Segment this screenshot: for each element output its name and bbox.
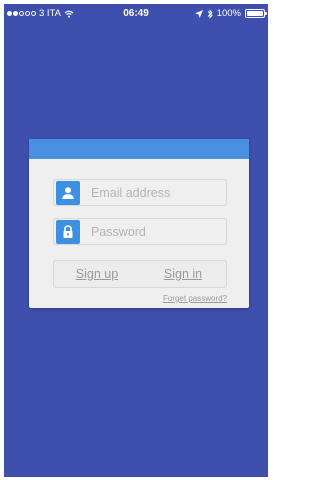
password-input[interactable]: [91, 224, 221, 239]
status-right: 100%: [194, 8, 267, 19]
forget-password-link[interactable]: Forget password?: [163, 294, 227, 303]
battery-icon: [245, 9, 267, 18]
status-bar: 3 ITA 06:49 100%: [4, 4, 268, 24]
bluetooth-icon: [207, 8, 213, 19]
email-input[interactable]: [91, 185, 221, 200]
login-card-header: [29, 139, 249, 159]
email-field[interactable]: [53, 179, 227, 206]
location-arrow-icon: [194, 9, 203, 18]
auth-button-row: Sign up Sign in: [53, 260, 227, 288]
password-field[interactable]: [53, 218, 227, 245]
user-icon: [56, 180, 80, 205]
battery-percent: 100%: [216, 8, 241, 19]
sign-in-button[interactable]: Sign in: [140, 261, 226, 287]
login-card: Sign up Sign in Forget password?: [29, 139, 249, 308]
sign-up-button[interactable]: Sign up: [54, 261, 140, 287]
lock-icon: [56, 219, 80, 244]
phone-screen: 3 ITA 06:49 100% Email address Sign up S…: [4, 4, 268, 477]
